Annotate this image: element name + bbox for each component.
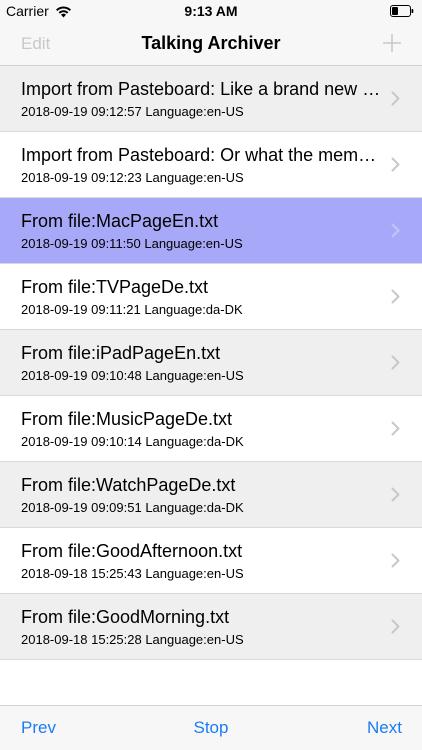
chevron-right-icon [391,289,400,304]
item-title: From file:MusicPageDe.txt [21,409,233,429]
item-subtitle: 2018-09-19 09:10:14 Language:da-DK [21,434,244,449]
chevron-right-icon [391,355,400,370]
item-subtitle: 2018-09-18 15:25:43 Language:en-US [21,566,244,581]
item-subtitle: 2018-09-19 09:12:57 Language:en-US [21,104,244,119]
prev-button[interactable]: Prev [21,718,56,738]
item-subtitle: 2018-09-19 09:11:50 Language:en-US [21,236,243,251]
status-time: 9:13 AM [184,3,238,19]
chevron-right-icon [391,619,400,634]
stop-button-container: Stop [0,718,422,738]
item-title: From file:TVPageDe.txt [21,277,209,297]
item-subtitle: 2018-09-19 09:09:51 Language:da-DK [21,500,244,515]
item-subtitle: 2018-09-19 09:12:23 Language:en-US [21,170,244,185]
item-title: From file:WatchPageDe.txt [21,475,236,495]
item-title: From file:iPadPageEn.txt [21,343,221,363]
item-title: From file:MacPageEn.txt [21,211,219,231]
plus-icon[interactable] [382,33,402,53]
chevron-right-icon [391,223,400,238]
list-item[interactable]: Import from Pasteboard: Or what the memo… [0,132,422,198]
list-item[interactable]: Import from Pasteboard: Like a brand new… [0,66,422,132]
next-button[interactable]: Next [367,718,402,738]
item-subtitle: 2018-09-18 15:25:28 Language:en-US [21,632,244,647]
navigation-bar: Edit Talking Archiver [0,22,422,66]
list-item[interactable]: From file:iPadPageEn.txt 2018-09-19 09:10… [0,330,422,396]
item-subtitle: 2018-09-19 09:10:48 Language:en-US [21,368,244,383]
list-item[interactable]: From file:WatchPageDe.txt 2018-09-19 09:0… [0,462,422,528]
list-item[interactable]: From file:GoodAfternoon.txt 2018-09-18 15… [0,528,422,594]
battery-icon [390,5,414,17]
stop-button[interactable]: Stop [194,718,229,737]
chevron-right-icon [391,487,400,502]
chevron-right-icon [391,157,400,172]
chevron-right-icon [391,91,400,106]
item-subtitle: 2018-09-19 09:11:21 Language:da-DK [21,302,243,317]
item-title: Import from Pasteboard: Like a brand new… [21,79,381,99]
bottom-toolbar: Prev Stop Next [0,705,422,750]
chevron-right-icon [391,421,400,436]
item-title: From file:GoodAfternoon.txt [21,541,243,561]
archive-list: Import from Pasteboard: Like a brand new… [0,66,422,660]
status-bar: Carrier 9:13 AM [0,0,422,22]
list-item[interactable]: From file:GoodMorning.txt 2018-09-18 15:2… [0,594,422,660]
list-item[interactable]: From file:MacPageEn.txt 2018-09-19 09:11:… [0,198,422,264]
page-title: Talking Archiver [141,33,281,53]
list-item[interactable]: From file:TVPageDe.txt 2018-09-19 09:11:2… [0,264,422,330]
item-title: Import from Pasteboard: Or what the memo… [21,145,381,165]
chevron-right-icon [391,553,400,568]
list-item[interactable]: From file:MusicPageDe.txt 2018-09-19 09:1… [0,396,422,462]
item-title: From file:GoodMorning.txt [21,607,230,627]
